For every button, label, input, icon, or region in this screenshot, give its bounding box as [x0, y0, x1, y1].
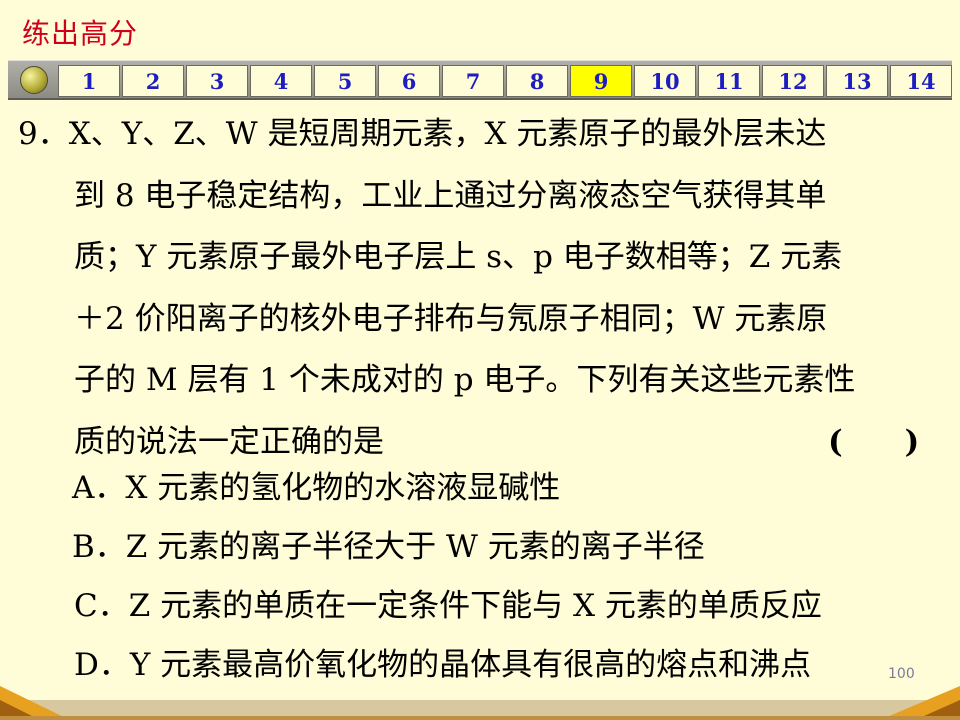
slide-title: 练出高分	[22, 17, 139, 50]
tab-10[interactable]: 10	[634, 65, 696, 97]
question-line-text: 质的说法一定正确的是	[74, 423, 384, 460]
question-nav-bar: 1 2 3 4 5 6 7 8 9 10 11 12 13 14	[8, 60, 952, 100]
question-line: 9．X、Y、Z、W 是短周期元素，X 元素原子的最外层未达	[18, 116, 827, 152]
question-line: 子的 M 层有 1 个未成对的 p 电子。下列有关这些元素性	[74, 362, 856, 398]
answer-blank: ( )	[828, 423, 920, 460]
home-orb-icon[interactable]	[20, 66, 48, 94]
tab-1[interactable]: 1	[58, 65, 120, 97]
option-a: A．X 元素的氢化物的水溶液显碱性	[72, 470, 561, 506]
tab-4[interactable]: 4	[250, 65, 312, 97]
option-c: C．Z 元素的单质在一定条件下能与 X 元素的单质反应	[74, 588, 822, 624]
tab-9[interactable]: 9	[570, 65, 632, 97]
question-line: 质；Y 元素原子最外电子层上 s、p 电子数相等；Z 元素	[74, 239, 843, 275]
tab-14[interactable]: 14	[890, 65, 952, 97]
tab-6[interactable]: 6	[378, 65, 440, 97]
tab-13[interactable]: 13	[826, 65, 888, 97]
question-stem: 9．X、Y、Z、W 是短周期元素，X 元素原子的最外层未达 到 8 电子稳定结构…	[18, 104, 948, 473]
question-tabs: 1 2 3 4 5 6 7 8 9 10 11 12 13 14	[58, 65, 954, 97]
question-line: 到 8 电子稳定结构，工业上通过分离液态空气获得其单	[74, 177, 827, 214]
tab-2[interactable]: 2	[122, 65, 184, 97]
page-number: 100	[888, 666, 915, 682]
question-line: ＋2 价阳离子的核外电子排布与氖原子相同；W 元素原	[74, 300, 828, 337]
tab-7[interactable]: 7	[442, 65, 504, 97]
answer-options: A．X 元素的氢化物的水溶液显碱性 B．Z 元素的离子半径大于 W 元素的离子半…	[72, 459, 822, 695]
tab-11[interactable]: 11	[698, 65, 760, 97]
tab-8[interactable]: 8	[506, 65, 568, 97]
tab-12[interactable]: 12	[762, 65, 824, 97]
tab-3[interactable]: 3	[186, 65, 248, 97]
option-b: B．Z 元素的离子半径大于 W 元素的离子半径	[72, 529, 705, 565]
tab-5[interactable]: 5	[314, 65, 376, 97]
decorative-floor	[0, 686, 960, 720]
